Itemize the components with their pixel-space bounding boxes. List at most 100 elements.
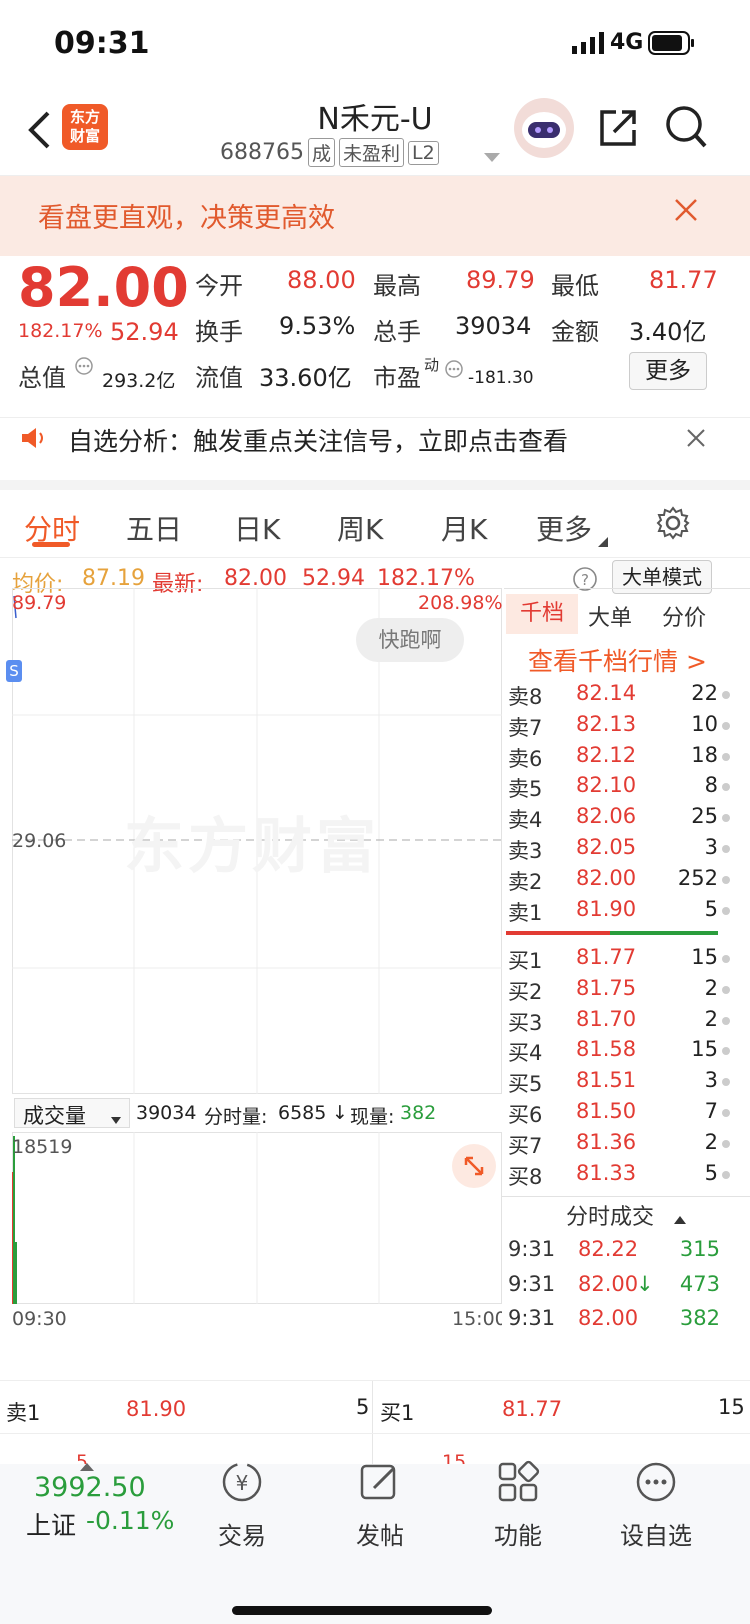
prev-close-label: 29.06 (12, 830, 67, 852)
order-book-row[interactable]: 买5 81.51 3 (506, 1065, 736, 1097)
dot-icon (722, 1016, 730, 1025)
order-book-row[interactable]: 卖1 81.90 5 (506, 894, 736, 926)
tab-weekly-k[interactable]: 周K (337, 508, 383, 548)
level-price: 81.90 (576, 896, 637, 921)
triangle-icon (598, 532, 608, 551)
tick-qty: 315 (679, 1237, 720, 1261)
stock-tag: L2 (408, 140, 439, 165)
tab-monthly-k[interactable]: 月K (441, 508, 487, 548)
order-book-row[interactable]: 买1 81.77 15 (506, 942, 736, 974)
order-book-row[interactable]: 买4 81.58 15 (506, 1034, 736, 1066)
level-label: 买6 (508, 1103, 543, 1127)
level-price: 82.14 (576, 681, 637, 705)
turnover-value: 9.53% (279, 312, 356, 340)
tick-row: 9:31 82.22 315 (508, 1233, 738, 1267)
dot-icon (722, 906, 730, 915)
nav-post[interactable]: 发帖 (320, 1460, 440, 1551)
pct-max-label: 208.98% (418, 592, 503, 614)
signal-badge[interactable]: S (6, 660, 22, 682)
best-bid-price: 81.77 (502, 1397, 563, 1421)
down-arrow-icon: ↓ (332, 1102, 348, 1124)
thousand-level-link[interactable]: 查看千档行情 > (528, 642, 707, 678)
help-icon[interactable]: ? (572, 566, 598, 596)
close-icon[interactable] (686, 428, 706, 452)
pe-value: -181.30 (468, 368, 534, 388)
order-book-row[interactable]: 卖2 82.00 252 (506, 863, 736, 895)
level-qty: 5 (704, 1160, 718, 1185)
stock-tag: 成 (307, 138, 335, 167)
battery-icon (648, 31, 696, 59)
order-book-row[interactable]: 卖4 82.06 25 (506, 801, 736, 833)
tab-big-order[interactable]: 大单 (588, 600, 632, 632)
level-price: 82.00 (576, 865, 637, 890)
close-icon[interactable] (674, 198, 698, 226)
best-ask-label: 卖1 (6, 1401, 41, 1425)
level-qty: 8 (704, 773, 718, 798)
order-book-row[interactable]: 卖5 82.10 8 (506, 770, 736, 802)
ticks-title[interactable]: 分时成交 (566, 1199, 654, 1231)
tab-more[interactable]: 更多 (536, 508, 592, 548)
volume-grid (12, 1132, 502, 1304)
level-qty: 18 (691, 742, 718, 767)
promo-banner[interactable]: 看盘更直观，决策更高效 (0, 176, 750, 256)
level-qty: 10 (691, 711, 718, 736)
gear-icon[interactable] (656, 506, 690, 544)
trade-icon: ¥ (220, 1462, 264, 1508)
order-book-row[interactable]: 买2 81.75 2 (506, 973, 736, 1005)
level-label: 买4 (508, 1041, 543, 1066)
level-price: 81.75 (576, 975, 637, 1000)
level-label: 买5 (508, 1072, 543, 1097)
more-button[interactable]: 更多 (629, 352, 707, 390)
signal-notice[interactable]: 自选分析：触发重点关注信号，立即点击查看 (0, 418, 750, 490)
order-book-row[interactable]: 卖3 82.05 3 (506, 832, 736, 864)
order-book-row[interactable]: 卖6 82.12 18 (506, 740, 736, 772)
bottom-tab-bar: 3992.50 上证 -0.11% ¥ 交易 发帖 功能 设自选 (0, 1460, 750, 1624)
tooltip-bubble[interactable]: 快跑啊 (356, 618, 464, 662)
more-dots-icon[interactable] (74, 356, 94, 380)
index-change: -0.11% (86, 1506, 175, 1535)
best-bid-label: 买1 (380, 1401, 415, 1425)
level-price: 81.36 (576, 1129, 637, 1154)
more-dots-icon[interactable] (444, 359, 464, 383)
amount-value: 3.40亿 (629, 318, 707, 346)
order-book-row[interactable]: 卖7 82.13 10 (506, 709, 736, 741)
mktcap-label: 总值 (18, 364, 66, 392)
nav-trade[interactable]: ¥ 交易 (182, 1460, 302, 1551)
level-price: 81.50 (576, 1099, 637, 1123)
order-book-row[interactable]: 买8 81.33 5 (506, 1158, 736, 1190)
tick-time: 9:31 (508, 1237, 556, 1261)
change-percent: 182.17% (18, 320, 103, 342)
current-volume-label: 现量: (350, 1106, 395, 1128)
volume-selector[interactable]: 成交量 (14, 1098, 130, 1128)
robot-avatar-icon[interactable] (514, 98, 574, 158)
dropdown-icon[interactable] (484, 148, 500, 167)
tab-five-day[interactable]: 五日 (126, 508, 182, 548)
low-value: 81.77 (649, 266, 718, 294)
change-value: 52.94 (110, 318, 179, 346)
tab-thousand-level[interactable]: 千档 (506, 594, 578, 634)
tab-price-split[interactable]: 分价 (662, 600, 706, 632)
notice-text: 自选分析：触发重点关注信号，立即点击查看 (68, 427, 569, 456)
expand-icon[interactable] (452, 1144, 496, 1188)
index-value: 3992.50 (34, 1472, 146, 1503)
order-book-row[interactable]: 买7 81.36 2 (506, 1127, 736, 1159)
level-label: 买7 (508, 1133, 543, 1158)
share-icon[interactable] (596, 106, 640, 154)
tab-daily-k[interactable]: 日K (234, 508, 280, 548)
status-time: 09:31 (54, 26, 150, 61)
dot-icon (722, 721, 730, 730)
minute-volume-label: 分时量: (204, 1106, 268, 1128)
order-book-row[interactable]: 买6 81.50 7 (506, 1096, 736, 1128)
high-label: 最高 (373, 272, 421, 300)
nav-label: 功能 (494, 1522, 542, 1550)
time-end-label: 15:00 (452, 1308, 507, 1330)
nav-add-watchlist[interactable]: 设自选 (596, 1460, 716, 1551)
order-book-row[interactable]: 买3 81.70 2 (506, 1004, 736, 1036)
level-label: 卖6 (508, 746, 543, 771)
nav-functions[interactable]: 功能 (458, 1460, 578, 1551)
search-icon[interactable] (664, 104, 708, 156)
order-book-row[interactable]: 卖8 82.14 22 (506, 678, 736, 710)
index-ticker[interactable]: 3992.50 上证 -0.11% (0, 1463, 180, 1564)
nav-label: 交易 (218, 1522, 266, 1550)
last-price: 82.00 (18, 256, 189, 319)
